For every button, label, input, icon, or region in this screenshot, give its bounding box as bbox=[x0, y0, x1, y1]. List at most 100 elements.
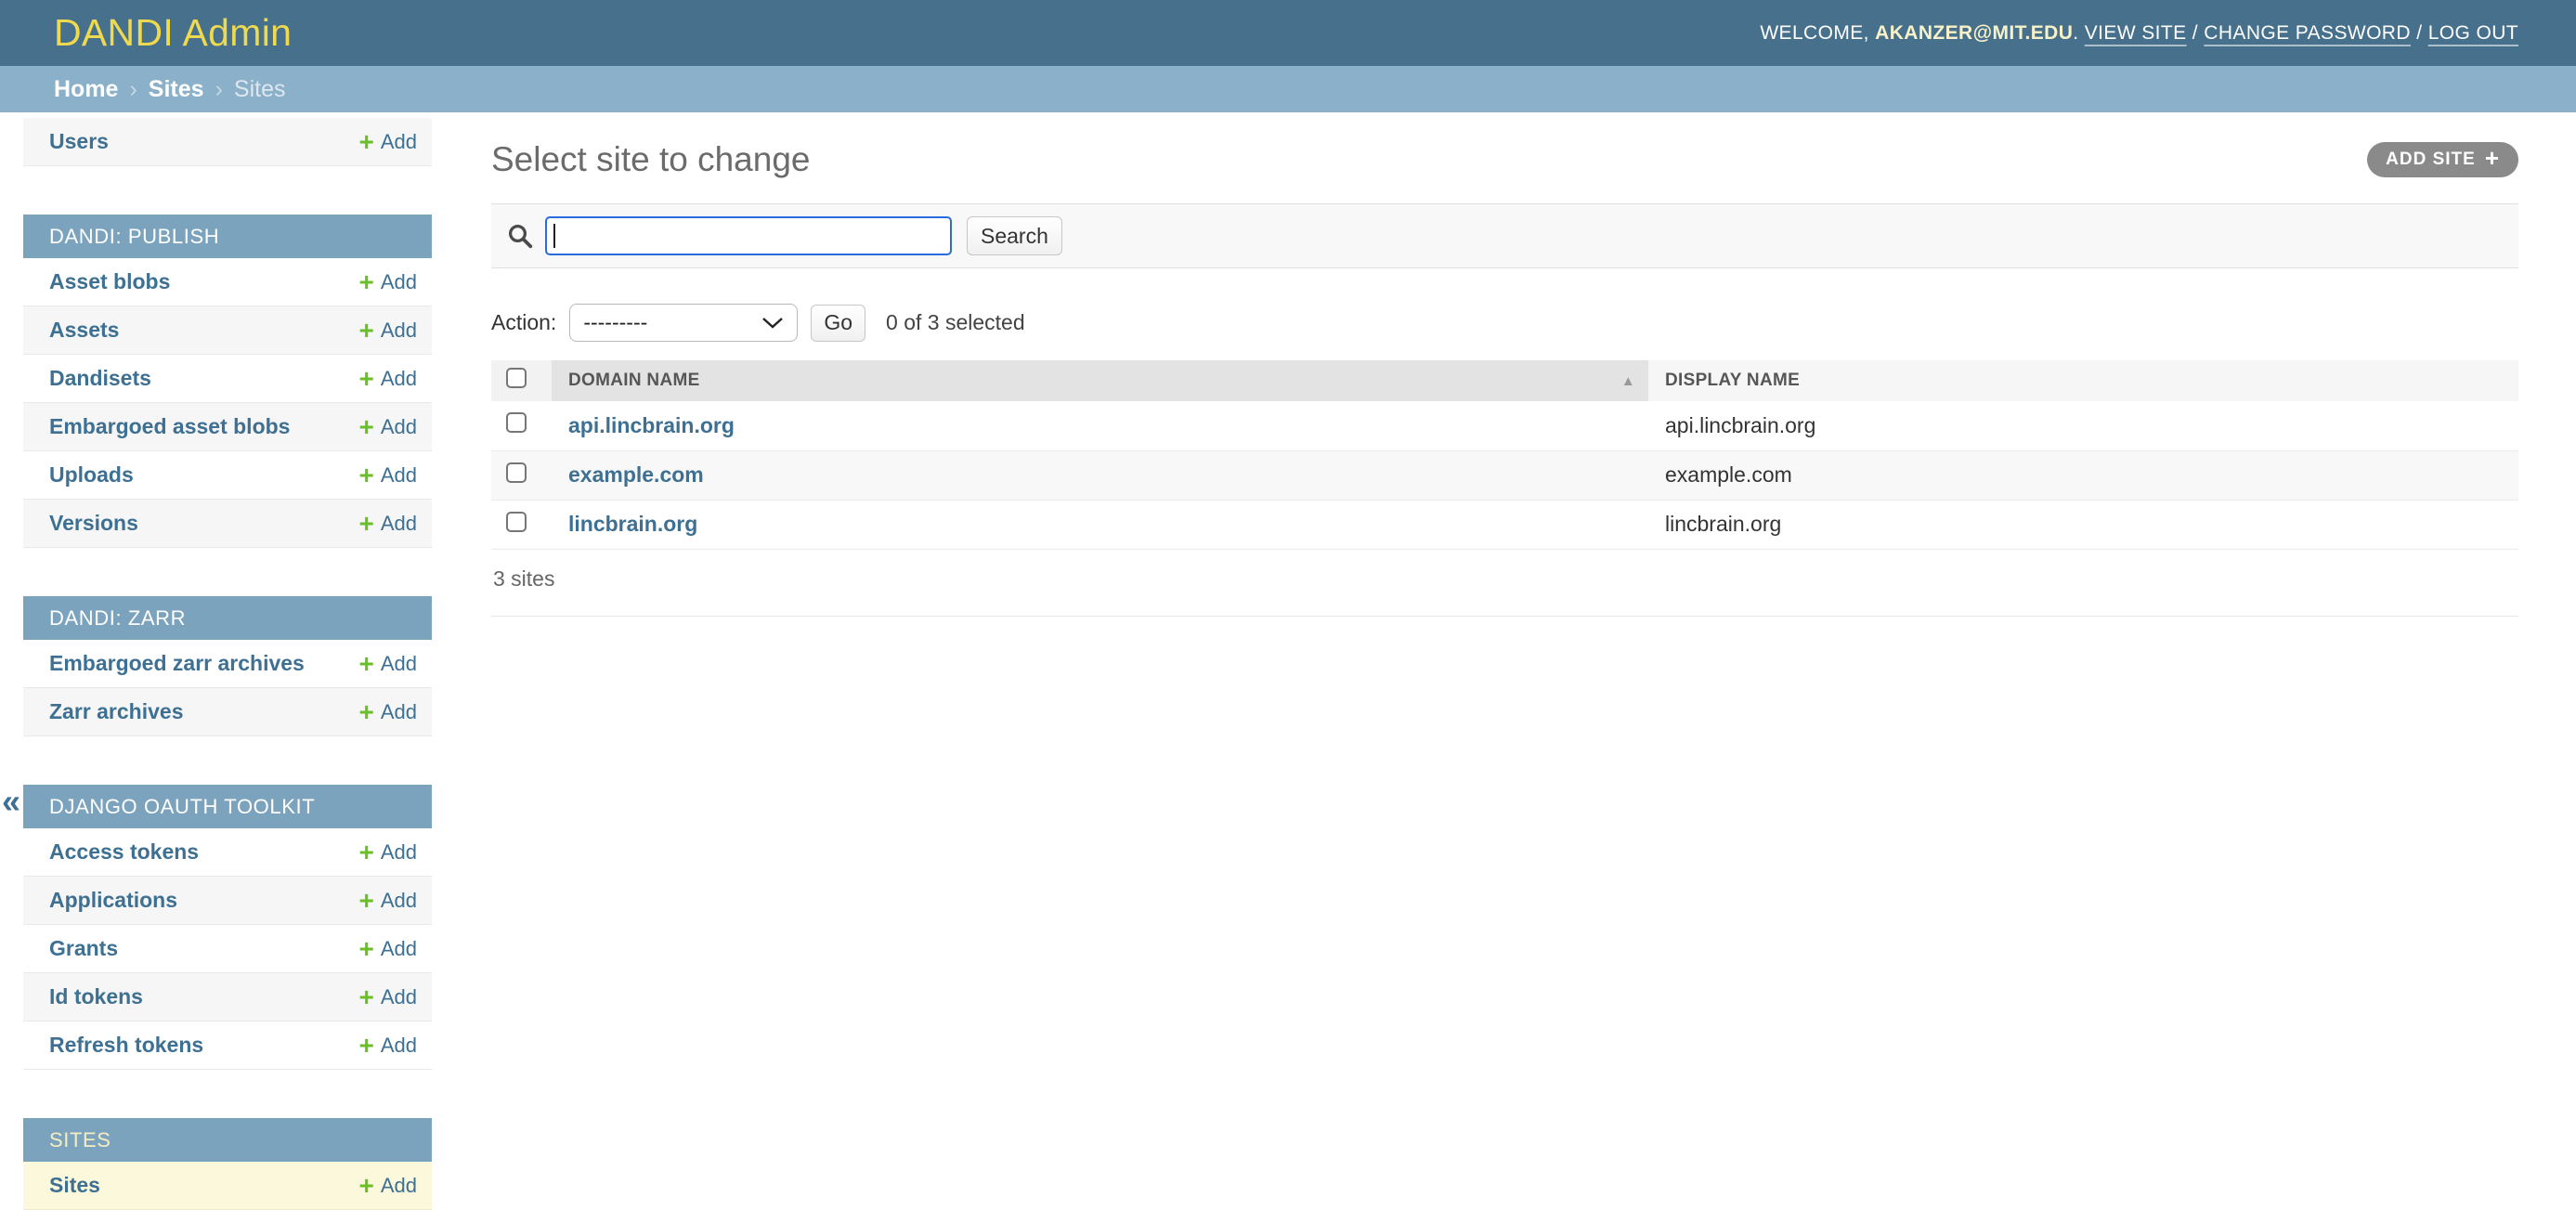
users-link[interactable]: Users bbox=[49, 129, 109, 154]
embargoed-zarr-archives-add-link[interactable]: + Add bbox=[358, 650, 417, 677]
select-all-checkbox[interactable] bbox=[506, 368, 527, 388]
applications-link[interactable]: Applications bbox=[49, 888, 177, 913]
breadcrumb-home-link[interactable]: Home bbox=[54, 76, 118, 103]
embargoed-asset-blobs-link[interactable]: Embargoed asset blobs bbox=[49, 414, 290, 439]
id-tokens-add-link[interactable]: + Add bbox=[358, 983, 417, 1010]
log-out-link[interactable]: LOG OUT bbox=[2428, 22, 2518, 44]
selection-counter: 0 of 3 selected bbox=[886, 310, 1025, 334]
uploads-link[interactable]: Uploads bbox=[49, 462, 134, 488]
view-site-link[interactable]: VIEW SITE bbox=[2085, 22, 2187, 44]
domain-link[interactable]: example.com bbox=[568, 462, 704, 487]
uploads-add-link[interactable]: + Add bbox=[358, 462, 417, 488]
search-icon bbox=[506, 222, 534, 250]
domain-name-column-header[interactable]: DOMAIN NAME ▲ bbox=[552, 360, 1648, 401]
sidebar-item-grants[interactable]: Grants + Add bbox=[23, 925, 432, 973]
plus-icon: + bbox=[358, 460, 374, 489]
breadcrumb-separator: › bbox=[129, 75, 137, 102]
sidebar-item-assets[interactable]: Assets + Add bbox=[23, 306, 432, 355]
plus-icon: + bbox=[358, 363, 374, 393]
zarr-archives-link[interactable]: Zarr archives bbox=[49, 699, 183, 724]
display-name-column-header[interactable]: DISPLAY NAME bbox=[1648, 360, 2518, 401]
sites-add-link[interactable]: + Add bbox=[358, 1170, 417, 1200]
main-content: Select site to change ADD SITE + Search … bbox=[432, 112, 2576, 1209]
display-name-value: example.com bbox=[1665, 462, 1792, 487]
search-toolbar: Search bbox=[491, 203, 2518, 268]
section-caption-dandi-zarr[interactable]: DANDI: ZARR bbox=[23, 596, 432, 640]
select-all-header bbox=[491, 360, 552, 401]
sidebar-spacer bbox=[23, 736, 432, 785]
domain-link[interactable]: api.lincbrain.org bbox=[568, 413, 735, 437]
plus-icon: + bbox=[358, 508, 374, 538]
display-name-value: lincbrain.org bbox=[1665, 512, 1782, 536]
plus-icon: + bbox=[358, 315, 374, 345]
embargoed-zarr-archives-link[interactable]: Embargoed zarr archives bbox=[49, 651, 305, 676]
grants-add-link[interactable]: + Add bbox=[358, 935, 417, 962]
plus-icon: + bbox=[358, 1170, 374, 1200]
display-name-value: api.lincbrain.org bbox=[1665, 412, 1816, 437]
plus-icon: + bbox=[358, 696, 374, 726]
sidebar-collapse-icon[interactable]: « bbox=[2, 785, 20, 818]
zarr-archives-add-link[interactable]: + Add bbox=[358, 696, 417, 726]
username: AKANZER@MIT.EDU bbox=[1875, 21, 2074, 44]
action-select[interactable]: --------- bbox=[569, 304, 799, 342]
access-tokens-link[interactable]: Access tokens bbox=[49, 839, 199, 865]
section-caption-sites[interactable]: SITES bbox=[23, 1118, 432, 1162]
sidebar-spacer bbox=[23, 548, 432, 596]
sidebar-item-dandisets[interactable]: Dandisets + Add bbox=[23, 355, 432, 403]
site-brand-link[interactable]: DANDI Admin bbox=[54, 11, 292, 55]
breadcrumb-separator: › bbox=[215, 75, 223, 102]
sidebar-item-applications[interactable]: Applications + Add bbox=[23, 877, 432, 925]
sidebar-item-zarr-archives[interactable]: Zarr archives + Add bbox=[23, 688, 432, 736]
section-caption-django-oauth-toolkit[interactable]: DJANGO OAUTH TOOLKIT bbox=[23, 785, 432, 828]
change-password-link[interactable]: CHANGE PASSWORD bbox=[2204, 22, 2411, 44]
sidebar-item-id-tokens[interactable]: Id tokens + Add bbox=[23, 973, 432, 1021]
grants-link[interactable]: Grants bbox=[49, 936, 118, 961]
select-row-checkbox[interactable] bbox=[506, 511, 527, 532]
section-caption-dandi-publish[interactable]: DANDI: PUBLISH bbox=[23, 215, 432, 258]
add-site-button[interactable]: ADD SITE + bbox=[2367, 142, 2518, 177]
sidebar-item-uploads[interactable]: Uploads + Add bbox=[23, 451, 432, 500]
breadcrumb: Home › Sites › Sites bbox=[0, 66, 2576, 112]
assets-link[interactable]: Assets bbox=[49, 318, 119, 343]
sidebar-item-users[interactable]: Users + Add bbox=[23, 118, 432, 166]
sites-link[interactable]: Sites bbox=[49, 1173, 100, 1198]
actions-bar: Action: --------- Go 0 of 3 selected bbox=[491, 304, 2518, 342]
sidebar-toggle-gutter: « bbox=[0, 112, 23, 1209]
asset-blobs-link[interactable]: Asset blobs bbox=[49, 269, 170, 294]
asset-blobs-add-link[interactable]: + Add bbox=[358, 268, 417, 295]
breadcrumb-current: Sites bbox=[233, 75, 286, 102]
plus-icon: + bbox=[358, 837, 374, 866]
versions-link[interactable]: Versions bbox=[49, 511, 138, 536]
sidebar-item-asset-blobs[interactable]: Asset blobs + Add bbox=[23, 258, 432, 306]
access-tokens-add-link[interactable]: + Add bbox=[358, 839, 417, 865]
domain-link[interactable]: lincbrain.org bbox=[568, 512, 697, 536]
sidebar-item-embargoed-zarr-archives[interactable]: Embargoed zarr archives + Add bbox=[23, 640, 432, 688]
embargoed-asset-blobs-add-link[interactable]: + Add bbox=[358, 413, 417, 440]
plus-icon: + bbox=[2484, 144, 2500, 172]
assets-add-link[interactable]: + Add bbox=[358, 315, 417, 345]
refresh-tokens-link[interactable]: Refresh tokens bbox=[49, 1033, 203, 1058]
search-button[interactable]: Search bbox=[967, 216, 1062, 255]
select-row-checkbox[interactable] bbox=[506, 412, 527, 434]
sidebar-spacer bbox=[23, 166, 432, 215]
search-input[interactable] bbox=[545, 216, 952, 255]
sidebar-item-sites[interactable]: Sites + Add bbox=[23, 1162, 432, 1210]
sort-ascending-icon[interactable]: ▲ bbox=[1621, 373, 1635, 389]
users-add-link[interactable]: + Add bbox=[358, 126, 417, 156]
applications-add-link[interactable]: + Add bbox=[358, 887, 417, 914]
sidebar-item-access-tokens[interactable]: Access tokens + Add bbox=[23, 828, 432, 877]
versions-add-link[interactable]: + Add bbox=[358, 508, 417, 538]
select-row-checkbox[interactable] bbox=[506, 462, 527, 483]
sidebar-item-embargoed-asset-blobs[interactable]: Embargoed asset blobs + Add bbox=[23, 403, 432, 451]
sidebar-item-refresh-tokens[interactable]: Refresh tokens + Add bbox=[23, 1021, 432, 1070]
go-button[interactable]: Go bbox=[811, 304, 866, 342]
id-tokens-link[interactable]: Id tokens bbox=[49, 984, 143, 1009]
dandisets-link[interactable]: Dandisets bbox=[49, 366, 151, 391]
sidebar-spacer bbox=[23, 1070, 432, 1118]
dandisets-add-link[interactable]: + Add bbox=[358, 363, 417, 393]
refresh-tokens-add-link[interactable]: + Add bbox=[358, 1032, 417, 1059]
breadcrumb-sites-link[interactable]: Sites bbox=[149, 76, 204, 103]
text-caret bbox=[553, 224, 555, 248]
sidebar-item-versions[interactable]: Versions + Add bbox=[23, 500, 432, 548]
plus-icon: + bbox=[358, 126, 374, 156]
